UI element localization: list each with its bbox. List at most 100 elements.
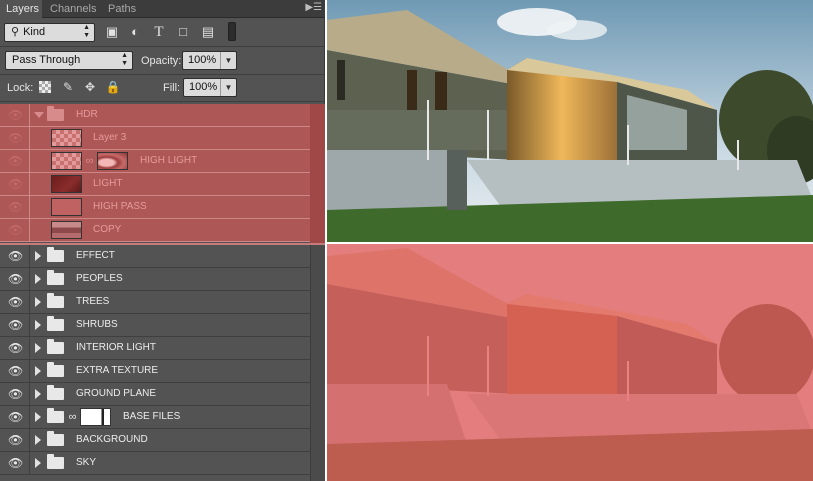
layer-row-background[interactable]: 👁 BACKGROUND: [0, 429, 310, 452]
visibility-cell[interactable]: 👁: [0, 360, 30, 382]
lock-position-icon[interactable]: ✥: [82, 79, 98, 95]
eye-icon[interactable]: 👁: [8, 295, 23, 309]
expand-triangle-icon[interactable]: [35, 297, 41, 307]
visibility-cell[interactable]: 👁: [0, 383, 30, 405]
eye-icon[interactable]: 👁: [8, 131, 23, 145]
image-filter-icon[interactable]: ▣: [103, 23, 121, 41]
eye-icon[interactable]: 👁: [8, 223, 23, 237]
layer-row-shrubs[interactable]: 👁 SHRUBS: [0, 314, 310, 337]
lock-transparent-icon[interactable]: [37, 79, 53, 95]
visibility-cell[interactable]: 👁: [0, 173, 30, 195]
layer-name: BACKGROUND: [76, 434, 148, 445]
layer-row-peoples[interactable]: 👁 PEOPLES: [0, 268, 310, 291]
layer-row-extra-texture[interactable]: 👁 EXTRA TEXTURE: [0, 360, 310, 383]
layer-name: LIGHT: [93, 178, 123, 189]
lock-all-icon[interactable]: 🔒: [105, 79, 121, 95]
visibility-cell[interactable]: 👁: [0, 337, 30, 359]
visibility-cell[interactable]: 👁: [0, 127, 30, 149]
eye-icon[interactable]: 👁: [8, 456, 23, 470]
expand-triangle-icon[interactable]: [35, 366, 41, 376]
eye-icon[interactable]: 👁: [8, 387, 23, 401]
layer-row-hdr[interactable]: 👁 HDR: [0, 104, 310, 127]
select-arrows-icon: ▲ ▼: [121, 52, 128, 67]
layer-mask-thumbnail[interactable]: [97, 152, 128, 170]
visibility-cell[interactable]: 👁: [0, 196, 30, 218]
visibility-cell[interactable]: 👁: [0, 406, 30, 428]
expand-triangle-icon[interactable]: [35, 251, 41, 261]
panel-menu-icon[interactable]: ▶☰: [305, 2, 322, 13]
chevron-down-icon[interactable]: ▼: [220, 52, 236, 69]
layer-mask-thumbnail[interactable]: [80, 408, 111, 426]
eye-icon[interactable]: 👁: [8, 272, 23, 286]
visibility-cell[interactable]: 👁: [0, 429, 30, 451]
layer-row-interior-light[interactable]: 👁 INTERIOR LIGHT: [0, 337, 310, 360]
layer-kind-select[interactable]: ⚲ Kind ▲ ▼: [4, 23, 95, 42]
expand-triangle-icon[interactable]: [35, 343, 41, 353]
eye-icon[interactable]: 👁: [8, 200, 23, 214]
render-preview-original: [327, 0, 813, 242]
folder-icon: [47, 362, 64, 377]
expand-triangle-icon[interactable]: [34, 112, 44, 118]
eye-icon[interactable]: 👁: [8, 364, 23, 378]
layer-row-light[interactable]: 👁 LIGHT: [0, 173, 310, 196]
blend-mode-select[interactable]: Pass Through ▲ ▼: [5, 51, 133, 70]
layer-name: INTERIOR LIGHT: [76, 342, 157, 353]
layer-thumbnail: [51, 175, 82, 193]
eye-icon[interactable]: 👁: [8, 341, 23, 355]
expand-triangle-icon[interactable]: [35, 435, 41, 445]
visibility-cell[interactable]: 👁: [0, 150, 30, 172]
eye-icon[interactable]: 👁: [8, 318, 23, 332]
visibility-cell[interactable]: 👁: [0, 314, 30, 336]
layer-row-high-pass[interactable]: 👁 HIGH PASS: [0, 196, 310, 219]
eye-icon[interactable]: 👁: [8, 177, 23, 191]
eye-icon[interactable]: 👁: [8, 108, 23, 122]
visibility-cell[interactable]: 👁: [0, 452, 30, 474]
link-chain-icon[interactable]: ∞: [68, 410, 77, 424]
expand-triangle-icon[interactable]: [35, 389, 41, 399]
layer-row-ground-plane[interactable]: 👁 GROUND PLANE: [0, 383, 310, 406]
eye-icon[interactable]: 👁: [8, 410, 23, 424]
filter-toggle-switch[interactable]: [228, 22, 236, 41]
visibility-cell[interactable]: 👁: [0, 291, 30, 313]
expand-triangle-icon[interactable]: [35, 320, 41, 330]
layer-row-copy[interactable]: 👁 COPY: [0, 219, 310, 242]
layer-row-high-light[interactable]: 👁 ∞ HIGH LIGHT: [0, 150, 310, 173]
layer-row-sky[interactable]: 👁 SKY: [0, 452, 310, 475]
layer-row-base-files[interactable]: 👁 ∞ BASE FILES: [0, 406, 310, 429]
opacity-field[interactable]: 100% ▼: [182, 51, 237, 70]
layer-name: HIGH PASS: [93, 201, 147, 212]
visibility-cell[interactable]: 👁: [0, 219, 30, 241]
tab-paths[interactable]: Paths: [102, 0, 144, 18]
layer-name: GROUND PLANE: [76, 388, 157, 399]
folder-icon: [47, 454, 64, 469]
link-chain-icon[interactable]: ∞: [85, 154, 94, 168]
eye-icon[interactable]: 👁: [8, 249, 23, 263]
folder-icon: [47, 270, 64, 285]
folder-icon: [47, 106, 64, 121]
lock-label: Lock:: [7, 82, 34, 94]
adjustment-filter-icon[interactable]: ◐: [126, 23, 144, 41]
tab-channels[interactable]: Channels: [44, 0, 100, 18]
fill-value: 100%: [189, 81, 218, 93]
smart-object-filter-icon[interactable]: ▤: [199, 23, 217, 41]
expand-triangle-icon[interactable]: [35, 274, 41, 284]
chevron-down-icon[interactable]: ▼: [220, 79, 236, 96]
fill-field[interactable]: 100% ▼: [183, 78, 237, 97]
lock-image-icon[interactable]: ✎: [60, 79, 76, 95]
expand-triangle-icon[interactable]: [35, 412, 41, 422]
layer-row-layer-3[interactable]: 👁 Layer 3: [0, 127, 310, 150]
layer-row-trees[interactable]: 👁 TREES: [0, 291, 310, 314]
expand-triangle-icon[interactable]: [35, 458, 41, 468]
visibility-cell[interactable]: 👁: [0, 245, 30, 267]
eye-icon[interactable]: 👁: [8, 433, 23, 447]
visibility-cell[interactable]: 👁: [0, 104, 30, 126]
layer-row-effect[interactable]: 👁 EFFECT: [0, 245, 310, 268]
layer-thumbnail: [51, 221, 82, 239]
tab-layers[interactable]: Layers: [0, 0, 42, 18]
type-filter-icon[interactable]: T: [150, 23, 168, 41]
shape-filter-icon[interactable]: □: [174, 23, 192, 41]
folder-icon: [47, 247, 64, 262]
visibility-cell[interactable]: 👁: [0, 268, 30, 290]
eye-icon[interactable]: 👁: [8, 154, 23, 168]
layer-name: PEOPLES: [76, 273, 123, 284]
